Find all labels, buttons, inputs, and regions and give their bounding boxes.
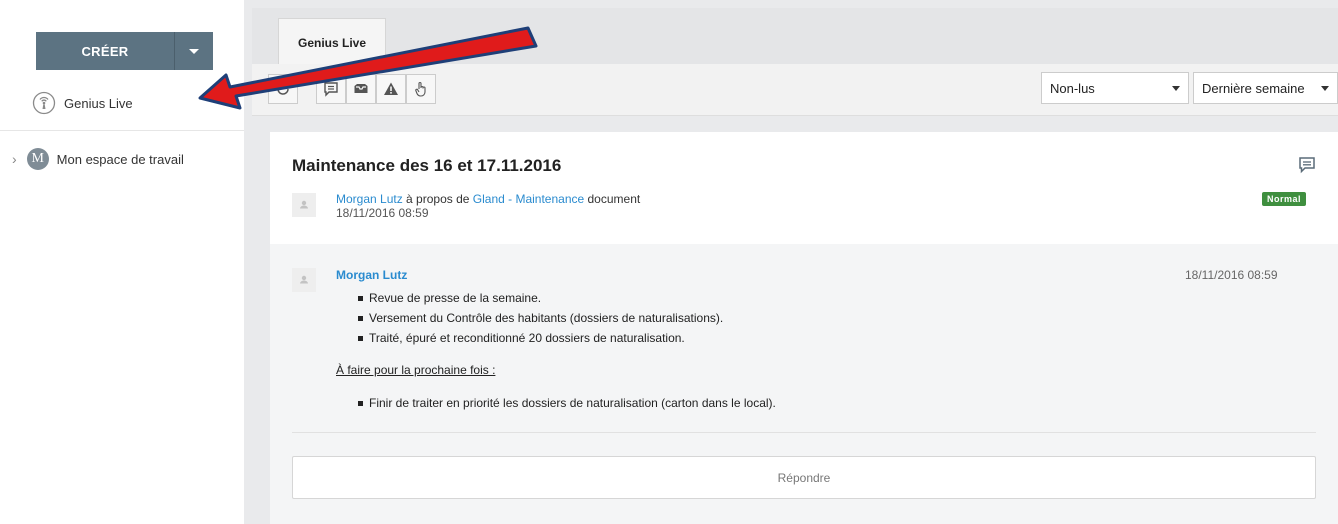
post-date: 18/11/2016 08:59 [336, 206, 429, 220]
refresh-button[interactable] [268, 74, 298, 104]
list-item: Finir de traiter en priorité les dossier… [358, 393, 776, 413]
avatar [292, 268, 316, 292]
hand-pointer-icon [415, 81, 426, 97]
comment-icon [324, 82, 338, 97]
sidebar: CRÉER Genius Live › M Mon espace de trav… [0, 0, 244, 524]
list-item: Versement du Contrôle des habitants (dos… [358, 308, 723, 328]
post-header: Maintenance des 16 et 17.11.2016 Morgan … [270, 132, 1338, 244]
avatar [292, 193, 316, 217]
tab-genius-live[interactable]: Genius Live [278, 18, 386, 66]
refresh-icon [277, 83, 289, 95]
sidebar-item-workspace[interactable]: › M Mon espace de travail [12, 146, 184, 172]
list-item: Revue de presse de la semaine. [358, 288, 723, 308]
reply-button[interactable]: Répondre [292, 456, 1316, 499]
message-bullet-list: Revue de presse de la semaine. Versement… [358, 288, 723, 348]
read-status-select[interactable]: Non-lus [1041, 72, 1189, 104]
chevron-right-icon[interactable]: › [12, 151, 17, 167]
author-link[interactable]: Morgan Lutz [336, 192, 403, 206]
warning-filter-button[interactable] [376, 74, 406, 104]
todo-bullet-list: Finir de traiter en priorité les dossier… [358, 393, 776, 413]
warning-icon [384, 82, 398, 95]
about-text: à propos de [402, 192, 473, 206]
message-thread: Morgan Lutz 18/11/2016 08:59 Revue de pr… [270, 244, 1338, 524]
user-icon [300, 275, 308, 284]
period-value: Dernière semaine [1202, 80, 1305, 96]
sidebar-divider [0, 130, 244, 131]
inbox-filter-button[interactable] [346, 74, 376, 104]
document-link[interactable]: Gland - Maintenance [473, 192, 584, 206]
todo-heading: À faire pour la prochaine fois : [336, 363, 496, 377]
divider [292, 432, 1316, 433]
create-button-group: CRÉER [36, 32, 213, 70]
read-status-value: Non-lus [1050, 80, 1095, 96]
workspace-avatar: M [26, 148, 49, 170]
message-author[interactable]: Morgan Lutz [336, 268, 407, 282]
chevron-down-icon [1172, 86, 1180, 91]
document-text: document [584, 192, 641, 206]
chevron-down-icon [1321, 86, 1329, 91]
main-area: Genius Live Non-lus Dernière semaine Mai… [244, 0, 1338, 524]
broadcast-icon [32, 91, 56, 115]
toolbar: Non-lus Dernière semaine [252, 64, 1338, 116]
sidebar-item-label: Genius Live [64, 95, 133, 111]
inbox-icon [354, 84, 368, 93]
message-date: 18/11/2016 08:59 [1185, 268, 1278, 282]
user-icon [300, 200, 308, 209]
sidebar-item-label: Mon espace de travail [56, 151, 184, 167]
tab-bar: Genius Live [252, 8, 1338, 66]
period-select[interactable]: Dernière semaine [1193, 72, 1338, 104]
post-card: Maintenance des 16 et 17.11.2016 Morgan … [270, 132, 1338, 524]
list-item: Traité, épuré et reconditionné 20 dossie… [358, 328, 723, 348]
post-title: Maintenance des 16 et 17.11.2016 [292, 156, 562, 175]
post-meta: Morgan Lutz à propos de Gland - Maintena… [336, 193, 640, 206]
pointer-filter-button[interactable] [406, 74, 436, 104]
comments-filter-button[interactable] [316, 74, 346, 104]
comment-icon[interactable] [1298, 156, 1316, 174]
priority-badge: Normal [1262, 192, 1307, 206]
sidebar-item-genius-live[interactable]: Genius Live [32, 90, 133, 116]
create-button[interactable]: CRÉER [36, 32, 175, 70]
create-dropdown-button[interactable] [175, 32, 213, 70]
caret-down-icon [189, 48, 199, 54]
